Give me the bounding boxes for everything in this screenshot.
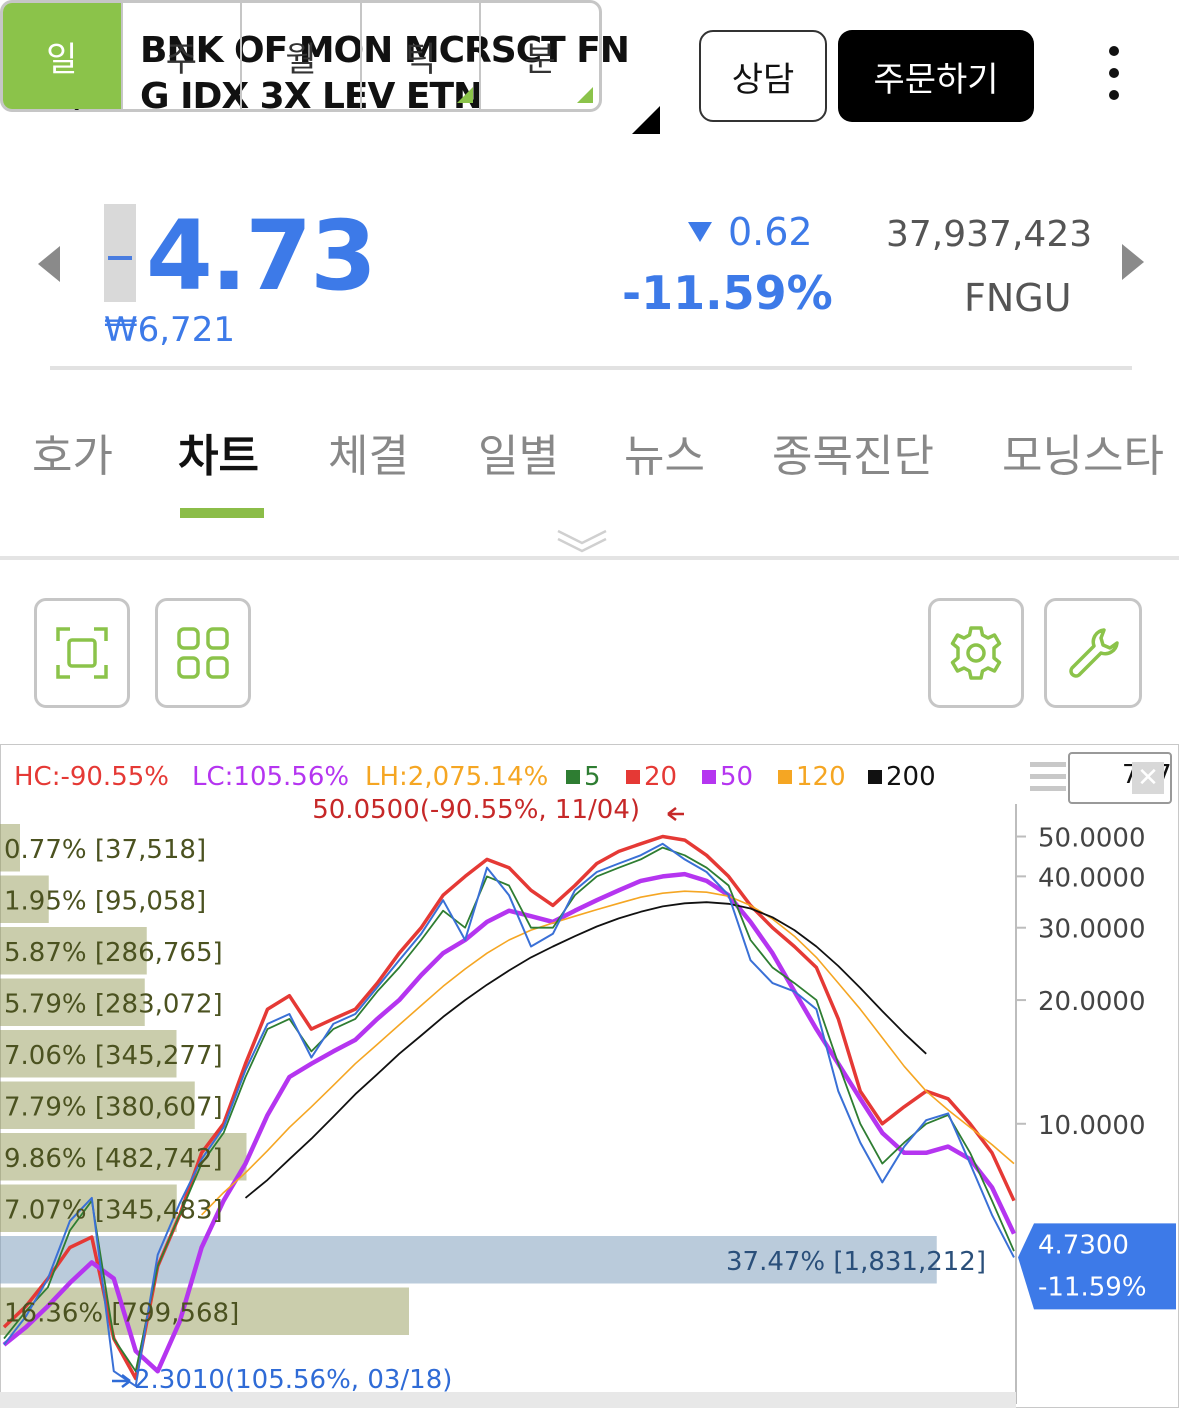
legend-ma20-label: 20 [644,762,678,792]
legend-hc: HC:-90.55% [14,762,169,792]
down-triangle-icon [688,222,712,242]
price-change: 0.62 [728,210,813,254]
tab-trades[interactable]: 체결 [328,420,409,484]
chart-menu-icon[interactable] [1030,762,1066,794]
settings-button[interactable] [928,598,1024,708]
legend-swatch [778,770,792,784]
legend-ma120: 120 [778,762,846,792]
y-tick-label: 30.0000 [1038,915,1146,945]
legend-swatch [702,770,716,784]
legend-ma200-label: 200 [886,762,936,792]
y-tick-label: 10.0000 [1038,1111,1146,1141]
submenu-corner-icon [576,87,593,103]
high-annotation: 50.0500(-90.55%, 11/04) [312,795,640,825]
legend-ma120-label: 120 [796,762,846,792]
ticker-symbol: FNGU [964,276,1072,320]
volume-profile-label: 7.79% [380,607] [4,1093,223,1123]
period-week-label: 주 [165,39,198,80]
legend-lc: LC:105.56% [192,762,350,792]
legend-swatch [868,770,882,784]
current-pct-label: -11.59% [1038,1272,1147,1302]
gear-icon [950,626,1002,680]
y-tick-label: 20.0000 [1038,987,1146,1017]
legend-ma50-label: 50 [720,762,754,792]
tab-news[interactable]: 뉴스 [624,420,705,484]
expand-chevron-icon[interactable] [556,527,608,555]
legend-ma20: 20 [626,762,677,792]
dropdown-corner-icon[interactable] [632,106,660,134]
period-week[interactable]: 주 [123,3,243,109]
tab-chart[interactable]: 차트 [178,420,259,484]
series-line-200 [244,901,927,1199]
layout-grid-button[interactable] [155,598,251,708]
submenu-corner-icon [457,87,474,103]
tab-diagnosis[interactable]: 종목진단 [772,420,934,484]
period-month[interactable]: 월 [242,3,362,109]
order-button[interactable]: 주문하기 [838,30,1034,122]
legend-ma5: 5 [566,762,601,792]
volume-profile-label: 1.95% [95,058] [4,887,206,917]
legend-ma5-label: 5 [584,762,601,792]
price-chart[interactable]: 50.0000 40.0000 30.0000 20.0000 10.0000 0.77%… [0,744,1179,1408]
tab-daily[interactable]: 일별 [478,420,559,484]
consult-button[interactable]: 상담 [699,30,827,122]
trade-volume: 37,937,423 [886,214,1093,255]
tab-hoga[interactable]: 호가 [32,420,113,484]
fullscreen-button[interactable] [34,598,130,708]
low-annotation: 2.3010(105.56%, 03/18) [134,1365,452,1395]
prev-stock-arrow-icon[interactable] [38,246,60,282]
active-tab-indicator [180,508,264,518]
period-tick-label: 틱 [404,39,437,80]
period-month-label: 월 [285,39,317,80]
fullscreen-icon [56,627,108,679]
legend-ma50: 50 [702,762,753,792]
y-tick-label: 50.0000 [1038,824,1146,854]
period-minute-label: 분 [524,39,556,80]
legend-ma200: 200 [868,762,936,792]
volume-profile-label: 7.07% [345,483] [4,1196,223,1226]
more-options-icon[interactable] [1100,46,1128,110]
close-icon[interactable]: ✕ [1132,762,1164,794]
flat-indicator-icon [104,204,136,302]
volume-profile-label: 9.86% [482,742] [4,1144,223,1174]
tab-morningstar[interactable]: 모닝스타 [1002,420,1164,484]
volume-profile-label: 7.06% [345,277] [4,1041,223,1071]
period-selector: 일 주 월 틱 분 [0,0,602,112]
volume-profile-label: 16.36% [799,568] [4,1299,239,1329]
chart-canvas: 50.0000 40.0000 30.0000 20.0000 10.0000 0.77%… [0,744,1179,1408]
period-day[interactable]: 일 [3,3,123,109]
tools-button[interactable] [1044,598,1142,708]
grid-icon [177,627,229,679]
current-price-label: 4.7300 [1038,1230,1129,1260]
wrench-icon [1069,628,1119,678]
divider [50,366,1132,370]
legend-lh: LH:2,075.14% [365,762,549,792]
volume-profile-label: 5.79% [283,072] [4,990,223,1020]
period-minute[interactable]: 분 [481,3,599,109]
next-stock-arrow-icon[interactable] [1122,244,1144,280]
volume-profile-label: 37.47% [1,831,212] [726,1247,986,1277]
volume-profile-label: 5.87% [286,765] [4,938,223,968]
period-day-label: 일 [46,39,78,80]
y-tick-label: 40.0000 [1038,863,1146,893]
price-change-percent: -11.59% [622,266,833,320]
volume-profile-label: 0.77% [37,518] [4,835,206,865]
current-price: 4.73 [146,200,377,312]
legend-swatch [566,770,580,784]
price-krw: ₩6,721 [104,310,235,350]
legend-swatch [626,770,640,784]
high-arrow-icon [667,807,684,821]
divider [0,556,1179,560]
period-tick[interactable]: 틱 [362,3,482,109]
